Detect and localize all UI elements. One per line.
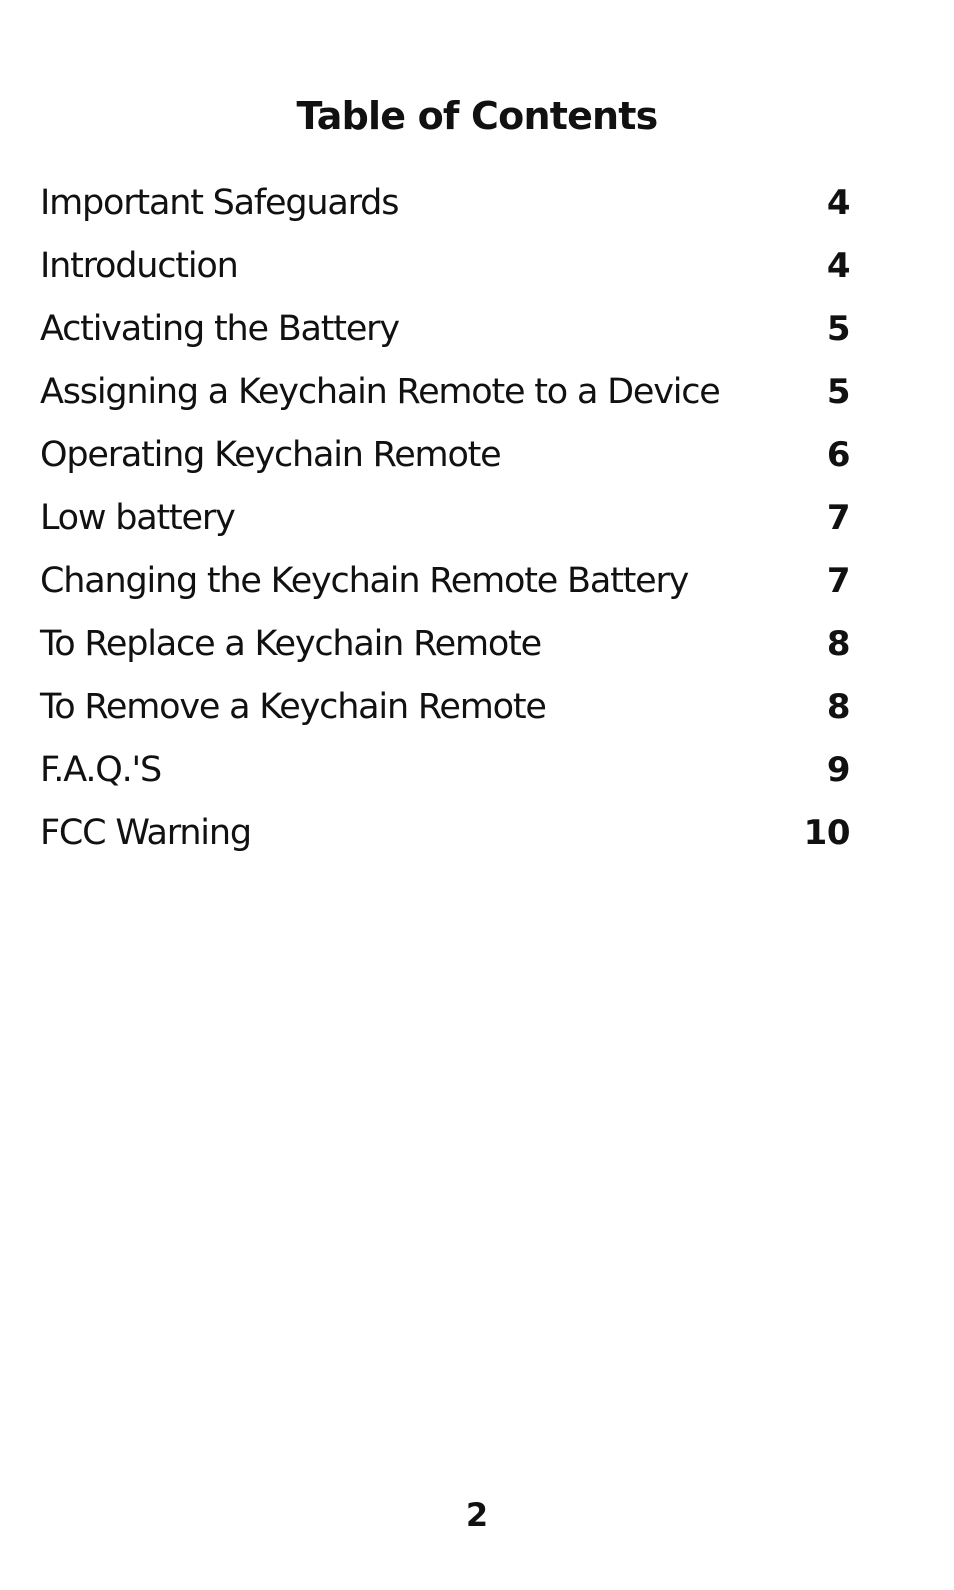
toc-entry-introduction: Introduction 4 — [40, 241, 860, 304]
toc-entry-fcc-warning: FCC Warning 10 — [40, 808, 860, 871]
toc-entry-faqs: F.A.Q.'S 9 — [40, 745, 860, 808]
toc-entry-page: 7 — [826, 561, 851, 601]
toc-entry-label: Low battery — [40, 498, 236, 538]
toc-entry-label: Activating the Battery — [40, 309, 400, 349]
toc-entry-replace-keychain-remote: To Replace a Keychain Remote 8 — [40, 619, 860, 682]
page-title: Table of Contents — [296, 94, 659, 139]
toc-entry-page: 4 — [826, 246, 851, 286]
toc-entry-page: 6 — [826, 435, 851, 475]
toc-entry-page: 4 — [826, 183, 851, 223]
toc-entry-label: Operating Keychain Remote — [40, 435, 502, 475]
toc-entry-low-battery: Low battery 7 — [40, 493, 860, 556]
toc-entry-label: Important Safeguards — [40, 183, 399, 223]
toc-entry-page: 5 — [826, 309, 851, 349]
toc-entry-label: FCC Warning — [40, 813, 252, 853]
toc-entry-page: 9 — [826, 750, 851, 790]
toc-entry-activating-the-battery: Activating the Battery 5 — [40, 304, 860, 367]
toc-entry-operating-keychain-remote: Operating Keychain Remote 6 — [40, 430, 860, 493]
toc-entry-page: 8 — [826, 624, 851, 664]
toc-entry-important-safeguards: Important Safeguards 4 — [40, 178, 860, 241]
toc-entry-page: 10 — [803, 813, 851, 853]
toc-entry-page: 8 — [826, 687, 851, 727]
toc-entry-page: 7 — [826, 498, 851, 538]
toc-entry-label: To Remove a Keychain Remote — [40, 687, 547, 727]
toc-entry-label: F.A.Q.'S — [40, 750, 162, 790]
table-of-contents: Important Safeguards 4 Introduction 4 Ac… — [40, 178, 860, 871]
toc-entry-changing-battery: Changing the Keychain Remote Battery 7 — [40, 556, 860, 619]
toc-entry-label: Assigning a Keychain Remote to a Device — [40, 372, 721, 412]
toc-entry-assigning-keychain-remote: Assigning a Keychain Remote to a Device … — [40, 367, 860, 430]
toc-entry-label: Introduction — [40, 246, 239, 286]
toc-entry-label: To Replace a Keychain Remote — [40, 624, 542, 664]
toc-entry-page: 5 — [826, 372, 851, 412]
page-number: 2 — [465, 1496, 489, 1534]
toc-entry-remove-keychain-remote: To Remove a Keychain Remote 8 — [40, 682, 860, 745]
toc-entry-label: Changing the Keychain Remote Battery — [40, 561, 689, 601]
